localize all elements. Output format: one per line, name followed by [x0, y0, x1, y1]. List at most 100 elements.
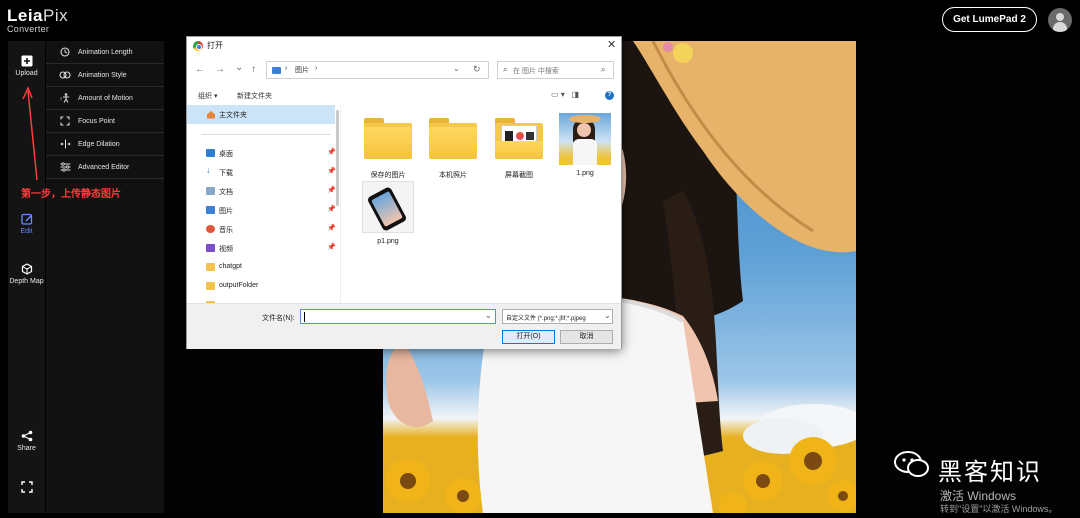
up-button[interactable]: ↑ — [251, 64, 256, 75]
navigation-pane: 主文件夹 桌面 📌 ↓ 下载 📌 文档 📌 图片 📌 音乐 📌 视频 📌 cha… — [187, 105, 341, 303]
edit-icon — [20, 213, 32, 225]
filename-input[interactable]: ⌄ — [300, 309, 496, 324]
rail-depth-map[interactable]: Depth Map — [8, 263, 45, 285]
depth-map-icon — [21, 263, 32, 275]
breadcrumb-separator: › — [285, 65, 288, 72]
tool-edge-dilation[interactable]: Edge Dilation — [46, 133, 164, 156]
pin-icon: 📌 — [327, 206, 336, 213]
text-caret — [304, 312, 305, 322]
organize-menu[interactable]: 组织 ▾ — [198, 91, 217, 101]
activate-windows-hint: 转到"设置"以激活 Windows。 — [940, 504, 1058, 514]
tool-amount-of-motion[interactable]: Amount of Motion — [46, 87, 164, 110]
close-button[interactable]: ✕ — [607, 38, 616, 51]
pictures-icon — [206, 206, 215, 214]
rail-upload[interactable]: Upload — [8, 55, 45, 77]
chevron-down-icon: ⌄ — [604, 311, 611, 320]
tool-focus-point[interactable]: Focus Point — [46, 110, 164, 133]
file-name: 保存的图片 — [370, 172, 406, 179]
nav-item-documents[interactable]: 文档 📌 — [187, 182, 336, 200]
nav-item-label: 主文件夹 — [219, 112, 247, 119]
file-name: 1.png — [576, 170, 594, 177]
rail-depth-map-label: Depth Map — [9, 278, 44, 285]
nav-item-chatgpt[interactable]: chatgpt — [187, 258, 335, 276]
nav-item-label: 下载 — [219, 170, 233, 177]
filter-value: 自定义文件 (*.png;*.jfif;*.pjpeg — [506, 316, 586, 322]
open-button[interactable]: 打开(O) — [502, 330, 555, 344]
dialog-title: 打开 — [207, 41, 223, 50]
folder-icon — [427, 113, 479, 165]
breadcrumb-pictures[interactable]: 图片 — [295, 65, 309, 75]
help-button[interactable]: ? — [605, 91, 614, 100]
search-box[interactable]: ⌕ 在 图片 中搜索 ⌕ — [497, 61, 614, 79]
file-name: 本机照片 — [439, 172, 467, 179]
command-bar: 组织 ▾ 新建文件夹 ▭ ▾ ◨ ? — [187, 87, 621, 105]
pictures-folder-icon — [272, 67, 281, 74]
cancel-button[interactable]: 取消 — [560, 330, 613, 344]
rail-edit-label: Edit — [20, 228, 33, 235]
pin-icon: 📌 — [327, 149, 336, 156]
file-item-folder[interactable]: 屏幕截图 — [489, 113, 549, 180]
tool-amount-of-motion-label: Amount of Motion — [78, 94, 133, 102]
leiapix-logo[interactable]: LeiaPix Converter — [7, 6, 68, 34]
dialog-title-bar[interactable]: 打开 ✕ — [187, 37, 621, 55]
wechat-icon — [894, 451, 929, 477]
file-item-folder[interactable]: 保存的图片 — [358, 113, 418, 180]
tool-advanced-editor[interactable]: Advanced Editor — [46, 156, 164, 179]
rail-edit[interactable]: Edit — [8, 213, 45, 235]
breadcrumb-separator[interactable]: › — [315, 65, 317, 72]
search-button-icon[interactable]: ⌕ — [601, 65, 605, 75]
nav-item-outputfolder[interactable]: outputFolder — [187, 277, 335, 295]
annotation-arrow — [22, 86, 38, 181]
nav-item-label: chatgpt — [219, 263, 242, 270]
nav-item-label: 图片 — [219, 208, 233, 215]
file-type-filter[interactable]: 自定义文件 (*.png;*.jfif;*.pjpeg ⌄ — [502, 309, 613, 324]
nav-item-videos[interactable]: 视频 📌 — [187, 239, 336, 257]
change-view-button[interactable]: ▭ ▾ ◨ — [551, 90, 579, 99]
address-dropdown[interactable]: ⌄ — [453, 64, 460, 73]
chevron-down-icon[interactable]: ⌄ — [485, 311, 492, 320]
top-bar: LeiaPix Converter Get LumePad 2 — [0, 0, 1080, 40]
file-item-image[interactable]: 1.png — [555, 113, 615, 177]
new-folder-button[interactable]: 新建文件夹 — [237, 91, 272, 101]
nav-item-pictures[interactable]: 图片 📌 — [187, 201, 336, 219]
back-button[interactable]: ← — [195, 64, 205, 75]
nav-item-home-selected[interactable]: 主文件夹 — [187, 105, 335, 124]
fullscreen-icon — [20, 481, 33, 493]
infinity-icon — [59, 70, 71, 80]
nav-item-partial[interactable] — [187, 296, 335, 303]
file-item-folder[interactable]: 本机照片 — [423, 113, 483, 180]
address-bar[interactable]: › 图片 › ⌄ ↻ — [266, 61, 489, 79]
download-icon: ↓ — [206, 165, 211, 175]
refresh-button[interactable]: ↻ — [473, 64, 481, 75]
get-lumepad-button[interactable]: Get LumePad 2 — [942, 7, 1037, 32]
recent-locations-dropdown[interactable]: ⌄ — [235, 62, 243, 73]
nav-item-label: 文档 — [219, 189, 233, 196]
rail-upload-label: Upload — [15, 70, 38, 77]
nav-item-downloads[interactable]: ↓ 下载 📌 — [187, 163, 336, 181]
nav-item-label: 桌面 — [219, 151, 233, 158]
rail-share[interactable]: Share — [8, 430, 45, 452]
tool-panel: Animation Length Animation Style Amount … — [46, 41, 164, 513]
dialog-footer: 文件名(N): ⌄ 自定义文件 (*.png;*.jfif;*.pjpeg ⌄ … — [187, 303, 621, 349]
clock-icon — [59, 47, 71, 57]
tool-animation-length[interactable]: Animation Length — [46, 41, 164, 64]
rail-share-label: Share — [17, 445, 36, 452]
navigation-bar: ← → ⌄ ↑ › 图片 › ⌄ ↻ ⌕ 在 图片 中搜索 ⌕ — [187, 58, 621, 82]
tool-focus-point-label: Focus Point — [78, 117, 115, 125]
tool-animation-style[interactable]: Animation Style — [46, 64, 164, 87]
rail-fullscreen[interactable] — [8, 481, 45, 496]
forward-button[interactable]: → — [215, 64, 225, 75]
divider — [201, 134, 331, 135]
folder-icon — [206, 282, 215, 290]
edge-dilation-icon — [59, 139, 71, 149]
avatar[interactable] — [1048, 8, 1072, 32]
desktop-icon — [206, 149, 215, 157]
nav-item-music[interactable]: 音乐 📌 — [187, 220, 336, 238]
image-thumbnail-icon — [559, 113, 611, 165]
scrollbar[interactable] — [336, 110, 339, 206]
nav-item-desktop[interactable]: 桌面 📌 — [187, 144, 336, 162]
file-item-image[interactable]: p1.png — [358, 181, 418, 245]
video-icon — [206, 244, 215, 252]
nav-item-label: outputFolder — [219, 282, 259, 289]
logo-bold: Leia — [7, 6, 44, 25]
